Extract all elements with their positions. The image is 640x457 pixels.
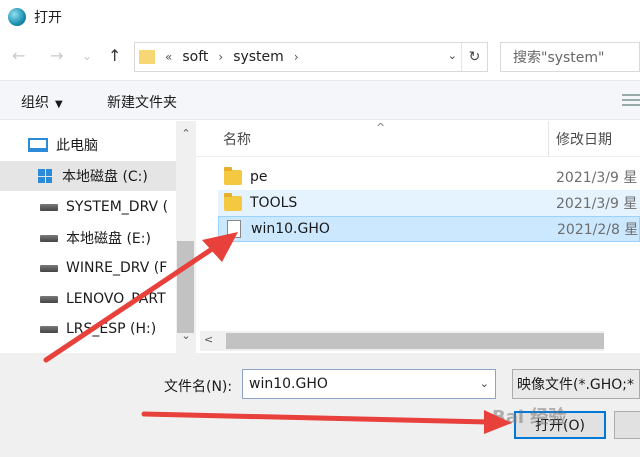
command-toolbar: 组织 ▼ 新建文件夹 bbox=[0, 80, 640, 120]
sidebar-item-drive-c[interactable]: 本地磁盘 (C:) bbox=[0, 161, 176, 191]
pc-icon bbox=[28, 138, 48, 152]
filename-value: win10.GHO bbox=[249, 376, 328, 392]
sort-ascending-icon: ^ bbox=[376, 121, 386, 134]
list-item[interactable]: TOOLS 2021/3/9 星 bbox=[218, 190, 640, 216]
navigation-pane: 此电脑 本地磁盘 (C:) SYSTEM_DRV ( 本地磁盘 (E:) WIN… bbox=[0, 121, 196, 353]
title-bar: 打开 bbox=[0, 0, 640, 34]
file-date: 2021/3/9 星 bbox=[556, 196, 638, 212]
folder-icon bbox=[139, 50, 155, 64]
breadcrumb-soft[interactable]: soft bbox=[182, 49, 208, 65]
scroll-left-icon[interactable]: < bbox=[204, 333, 213, 346]
forward-button[interactable]: → bbox=[50, 46, 63, 65]
folder-icon bbox=[224, 192, 242, 211]
baidu-watermark: Bai 经验 bbox=[492, 407, 567, 428]
organize-button[interactable]: 组织 ▼ bbox=[21, 92, 63, 112]
list-item[interactable]: pe 2021/3/9 星 bbox=[218, 164, 640, 190]
new-folder-button[interactable]: 新建文件夹 bbox=[107, 92, 177, 112]
filename-label: 文件名(N): bbox=[164, 379, 233, 395]
back-button[interactable]: ← bbox=[12, 46, 25, 65]
drive-icon bbox=[40, 325, 58, 333]
chevron-right-icon[interactable]: › bbox=[294, 50, 299, 64]
sidebar-item-label: 本地磁盘 (C:) bbox=[62, 169, 148, 185]
column-divider[interactable] bbox=[548, 121, 549, 157]
sidebar-item-label: LENOVO_PART bbox=[66, 291, 166, 307]
file-type-select[interactable]: 映像文件(*.GHO;* bbox=[512, 369, 640, 399]
chevron-right-icon[interactable]: › bbox=[218, 50, 223, 64]
sidebar-item-label: LRS_ESP (H:) bbox=[66, 321, 157, 337]
window-title: 打开 bbox=[34, 10, 62, 26]
up-button[interactable]: ↑ bbox=[108, 46, 121, 65]
sidebar-item-this-pc[interactable]: 此电脑 bbox=[28, 130, 176, 160]
refresh-icon[interactable]: ↻ bbox=[461, 43, 487, 71]
file-name: pe bbox=[250, 169, 268, 185]
sidebar-item-lenovo-part[interactable]: LENOVO_PART bbox=[40, 284, 176, 314]
sidebar-scrollbar[interactable]: ⌃ ⌄ bbox=[176, 121, 196, 353]
file-type-value: 映像文件(*.GHO;* bbox=[517, 377, 635, 393]
file-date: 2021/2/8 星 bbox=[557, 222, 639, 238]
sidebar-item-lrs-esp[interactable]: LRS_ESP (H:) bbox=[40, 314, 176, 344]
recent-locations-button[interactable]: ⌄ bbox=[82, 49, 92, 63]
scroll-down-icon[interactable]: ⌄ bbox=[176, 329, 196, 347]
caret-down-icon: ▼ bbox=[55, 99, 63, 110]
cancel-button[interactable] bbox=[614, 411, 640, 439]
sidebar-item-drive-e[interactable]: 本地磁盘 (E:) bbox=[40, 223, 176, 253]
sidebar-item-label: 本地磁盘 (E:) bbox=[66, 231, 151, 247]
column-header-name[interactable]: 名称 bbox=[223, 129, 251, 149]
view-options-icon[interactable] bbox=[618, 91, 640, 109]
sidebar-item-system-drv[interactable]: SYSTEM_DRV ( bbox=[40, 192, 176, 222]
app-icon bbox=[8, 8, 26, 26]
scrollbar-thumb[interactable] bbox=[177, 241, 194, 333]
navigation-bar: ← → ⌄ ↑ « soft › system › ⌄ ↻ 搜索"system" bbox=[0, 34, 640, 80]
file-date: 2021/3/9 星 bbox=[556, 170, 638, 186]
sidebar-item-label: 此电脑 bbox=[56, 138, 98, 154]
sidebar-item-winre-drv[interactable]: WINRE_DRV (F bbox=[40, 253, 176, 283]
scrollbar-thumb[interactable] bbox=[226, 333, 604, 349]
file-list: 名称 ^ 修改日期 pe 2021/3/9 星 TOOLS 2021/3/9 星… bbox=[196, 121, 640, 353]
windows-drive-icon bbox=[38, 169, 52, 183]
file-list-hscrollbar[interactable]: < bbox=[200, 331, 604, 351]
address-bar[interactable]: « soft › system › ⌄ ↻ bbox=[134, 42, 488, 72]
list-item[interactable]: win10.GHO 2021/2/8 星 bbox=[218, 216, 640, 242]
drive-icon bbox=[40, 203, 58, 211]
sidebar-item-label: WINRE_DRV (F bbox=[66, 260, 168, 276]
drive-icon bbox=[40, 295, 58, 303]
dialog-footer: 文件名(N): win10.GHO ⌄ 映像文件(*.GHO;* 打开(O) B… bbox=[0, 353, 640, 457]
address-dropdown-icon[interactable]: ⌄ bbox=[448, 49, 457, 62]
file-name: win10.GHO bbox=[251, 221, 330, 237]
chevron-down-icon[interactable]: ⌄ bbox=[480, 377, 489, 390]
search-input[interactable]: 搜索"system" bbox=[500, 42, 640, 72]
sidebar-item-label: SYSTEM_DRV ( bbox=[66, 199, 169, 215]
drive-icon bbox=[40, 234, 58, 242]
scroll-up-icon[interactable]: ⌃ bbox=[176, 127, 196, 145]
filename-input[interactable]: win10.GHO ⌄ bbox=[242, 369, 496, 399]
file-name: TOOLS bbox=[250, 195, 298, 211]
file-icon bbox=[227, 220, 241, 238]
column-header-date[interactable]: 修改日期 bbox=[556, 129, 612, 149]
breadcrumb-system[interactable]: system bbox=[233, 49, 284, 65]
folder-icon bbox=[224, 166, 242, 185]
drive-icon bbox=[40, 264, 58, 272]
overflow-crumb[interactable]: « bbox=[165, 50, 172, 64]
column-header-row: 名称 ^ 修改日期 bbox=[196, 121, 640, 157]
search-placeholder: 搜索"system" bbox=[513, 50, 605, 66]
